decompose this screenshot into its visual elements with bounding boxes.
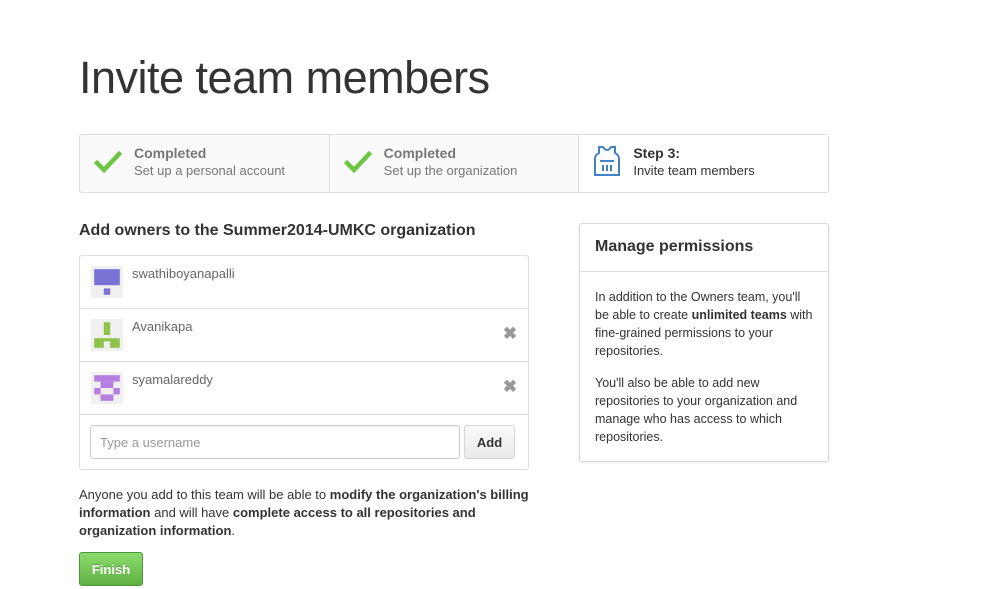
member-row: Avanikapa ✖ xyxy=(80,309,528,362)
owners-list: swathiboyanapalli Avanikapa ✖ syamalared… xyxy=(79,255,529,470)
avatar xyxy=(91,266,123,298)
owners-heading: Add owners to the Summer2014-UMKC organi… xyxy=(79,222,476,239)
remove-member-icon[interactable]: ✖ xyxy=(501,325,519,343)
panel-paragraph: In addition to the Owners team, you'll b… xyxy=(595,288,813,360)
notice-text: . xyxy=(231,523,236,538)
member-username: Avanikapa xyxy=(132,319,193,334)
member-username: syamalareddy xyxy=(132,372,213,387)
jersey-icon xyxy=(594,146,621,176)
member-row: syamalareddy ✖ xyxy=(80,362,528,415)
step-1: Completed Set up a personal account xyxy=(80,135,330,192)
check-icon xyxy=(94,150,122,174)
check-icon xyxy=(343,150,372,174)
notice-text: and will have xyxy=(150,505,233,520)
progress-steps: Completed Set up a personal account Comp… xyxy=(79,134,829,193)
add-member-row: Add xyxy=(80,415,528,469)
step-title: Completed xyxy=(134,145,207,161)
step-desc: Set up the organization xyxy=(383,163,518,178)
page-title: Invite team members xyxy=(79,52,490,103)
member-row: swathiboyanapalli xyxy=(80,256,528,309)
step-desc: Set up a personal account xyxy=(134,163,286,178)
panel-emphasis: unlimited teams xyxy=(691,308,787,322)
permissions-notice: Anyone you add to this team will be able… xyxy=(79,486,534,540)
username-input[interactable] xyxy=(90,425,460,459)
panel-body: In addition to the Owners team, you'll b… xyxy=(580,272,828,446)
step-desc: Invite team members xyxy=(633,163,755,178)
avatar xyxy=(91,319,123,351)
remove-member-icon[interactable]: ✖ xyxy=(501,378,519,396)
add-button[interactable]: Add xyxy=(464,425,515,459)
step-2: Completed Set up the organization xyxy=(330,135,580,192)
avatar xyxy=(91,372,123,404)
step-title: Completed xyxy=(383,145,457,161)
step-title: Step 3: xyxy=(633,145,681,161)
notice-text: Anyone you add to this team will be able… xyxy=(79,487,330,502)
step-3: Step 3: Invite team members xyxy=(579,135,829,192)
panel-paragraph: You'll also be able to add new repositor… xyxy=(595,376,798,444)
panel-heading: Manage permissions xyxy=(580,224,828,272)
manage-permissions-panel: Manage permissions In addition to the Ow… xyxy=(579,223,829,462)
member-username: swathiboyanapalli xyxy=(132,266,235,281)
finish-button[interactable]: Finish xyxy=(79,552,143,586)
